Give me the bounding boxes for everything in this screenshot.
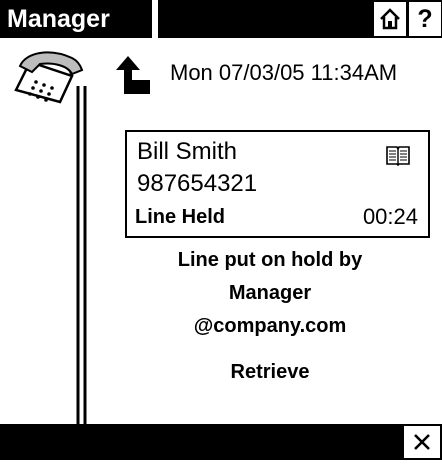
- caller-name: Bill Smith: [137, 138, 238, 165]
- help-button[interactable]: ?: [409, 2, 441, 36]
- close-button[interactable]: [404, 426, 440, 458]
- back-arrow-icon[interactable]: [112, 54, 152, 96]
- title-divider: [152, 0, 158, 38]
- caller-number: 987654321: [137, 170, 258, 197]
- bottom-bar: [0, 424, 442, 460]
- hold-message-line1: Line put on hold by: [177, 249, 363, 271]
- desk-phone-icon: [14, 51, 84, 104]
- hold-message-line3: @company.com: [193, 315, 347, 337]
- hold-message-line2: Manager: [228, 282, 312, 304]
- call-info-card: Bill Smith 987654321 Line Held 00:24: [125, 130, 430, 238]
- call-timer: 00:24: [362, 204, 418, 229]
- handset-cord: [76, 86, 87, 426]
- hold-message: Line put on hold by Manager @company.com: [120, 244, 420, 343]
- retrieve-button[interactable]: Retrieve: [190, 355, 350, 389]
- datetime-display: Mon 07/03/05 11:34AM: [170, 60, 398, 85]
- page-title: Manager: [0, 0, 152, 38]
- line-status: Line Held: [135, 206, 226, 228]
- home-button[interactable]: [374, 2, 406, 36]
- home-icon: [380, 8, 400, 30]
- address-book-icon[interactable]: [385, 144, 411, 166]
- close-icon: [414, 434, 430, 450]
